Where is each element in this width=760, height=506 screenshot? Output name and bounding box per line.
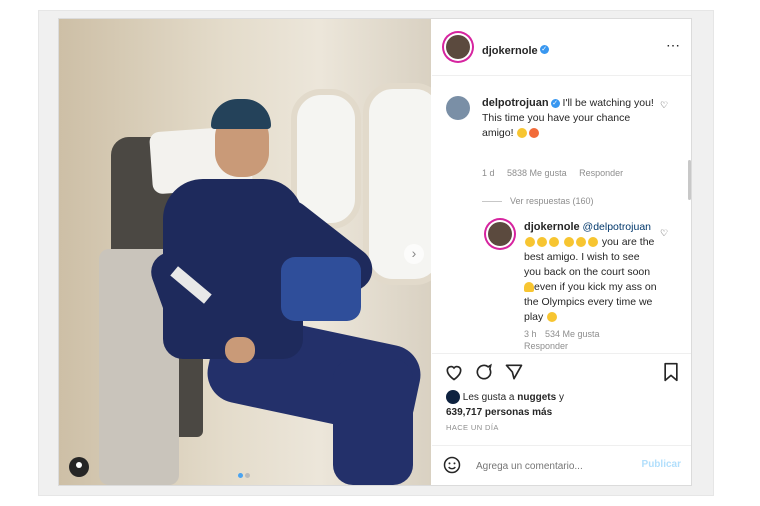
author-avatar[interactable] xyxy=(446,35,470,59)
grinning-emoji-icon xyxy=(537,237,547,248)
comment-input[interactable] xyxy=(474,456,628,476)
post-photo[interactable]: › xyxy=(59,19,431,485)
mention-link[interactable]: @delpotrojuan xyxy=(583,221,651,233)
user-tag-icon[interactable] xyxy=(69,457,89,477)
share-send-icon[interactable] xyxy=(504,362,524,382)
reply-body: djokernole @delpotrojuan you are the bes… xyxy=(524,220,658,325)
tongue-emoji-icon xyxy=(529,128,540,139)
like-heart-icon[interactable] xyxy=(444,362,464,382)
reply-reply-link[interactable]: Responder xyxy=(524,341,568,351)
likes-summary: Les gusta a nuggets y 639,717 personas m… xyxy=(446,390,564,420)
carousel-dot xyxy=(245,473,250,478)
carousel-dot-active xyxy=(238,473,243,478)
grinning-emoji-icon xyxy=(575,237,586,248)
grinning-emoji-icon xyxy=(549,237,559,248)
view-replies[interactable]: Ver respuestas (160) xyxy=(482,196,594,206)
save-bookmark-icon[interactable] xyxy=(662,362,680,382)
likes-count[interactable]: 639,717 personas más xyxy=(446,407,552,418)
commenter-username[interactable]: delpotrojuan xyxy=(482,97,549,109)
liker-username[interactable]: nuggets xyxy=(517,392,556,403)
liker-avatar[interactable] xyxy=(446,390,460,405)
verified-icon: ✓ xyxy=(539,45,549,55)
commenter-avatar[interactable] xyxy=(446,96,470,120)
person-shin xyxy=(333,359,413,485)
post-timestamp[interactable]: HACE UN DÍA xyxy=(446,423,499,432)
laughing-emoji-icon xyxy=(547,312,558,323)
reply-likes[interactable]: 534 Me gusta xyxy=(545,329,600,339)
likes-connector: y xyxy=(558,392,564,403)
reply-meta: 3 h 534 Me gusta Responder xyxy=(524,328,644,352)
carousel-next-icon[interactable]: › xyxy=(404,244,424,264)
person-hand xyxy=(225,337,255,363)
reply-like-icon[interactable]: ♡ xyxy=(660,228,668,239)
scrollbar[interactable] xyxy=(688,160,691,200)
verified-icon: ✓ xyxy=(550,98,560,108)
comment-like-icon[interactable]: ♡ xyxy=(660,100,668,111)
comment-age: 1 d xyxy=(482,168,495,178)
carousel-dots xyxy=(237,465,251,483)
reply-age: 3 h xyxy=(524,329,537,339)
emoji-icon[interactable] xyxy=(442,455,462,475)
comment-composer: Publicar xyxy=(432,445,691,486)
comments-list: delpotrojuan ✓ I'll be watching you! This… xyxy=(432,76,691,352)
post-header: djokernole ✓ ⋯ xyxy=(432,19,691,76)
action-bar: Les gusta a nuggets y 639,717 personas m… xyxy=(432,353,691,424)
comment-bubble-icon[interactable] xyxy=(474,362,494,382)
grinning-emoji-icon xyxy=(517,128,528,139)
reply-link[interactable]: Responder xyxy=(579,168,623,178)
view-replies-label[interactable]: Ver respuestas (160) xyxy=(510,196,594,206)
instagram-post-card: › djokernole ✓ ⋯ delpotrojuan ✓ I'll be wa… xyxy=(58,18,692,486)
comment-likes[interactable]: 5838 Me gusta xyxy=(507,168,567,178)
comment-body: delpotrojuan ✓ I'll be watching you! This… xyxy=(482,96,658,141)
grinning-emoji-icon xyxy=(563,237,574,248)
grinning-emoji-icon xyxy=(525,237,535,248)
blue-bag xyxy=(281,257,361,321)
reply-text-part2: even if you kick my ass on the Olympics … xyxy=(524,281,657,323)
replies-divider xyxy=(482,201,502,203)
grinning-emoji-icon xyxy=(587,237,598,248)
comment-meta: 1 d 5838 Me gusta Responder xyxy=(482,168,623,178)
publish-button[interactable]: Publicar xyxy=(642,459,681,470)
reply-avatar[interactable] xyxy=(488,222,512,246)
reply-username[interactable]: djokernole xyxy=(524,221,580,233)
likes-prefix: Les gusta a xyxy=(462,392,515,403)
more-options-icon[interactable]: ⋯ xyxy=(666,37,681,54)
praying-hands-emoji-icon xyxy=(524,282,534,293)
post-sidebar: djokernole ✓ ⋯ delpotrojuan ✓ I'll be watc… xyxy=(432,19,691,485)
author-username[interactable]: djokernole xyxy=(482,45,538,57)
author-name-row: djokernole ✓ xyxy=(482,41,549,59)
